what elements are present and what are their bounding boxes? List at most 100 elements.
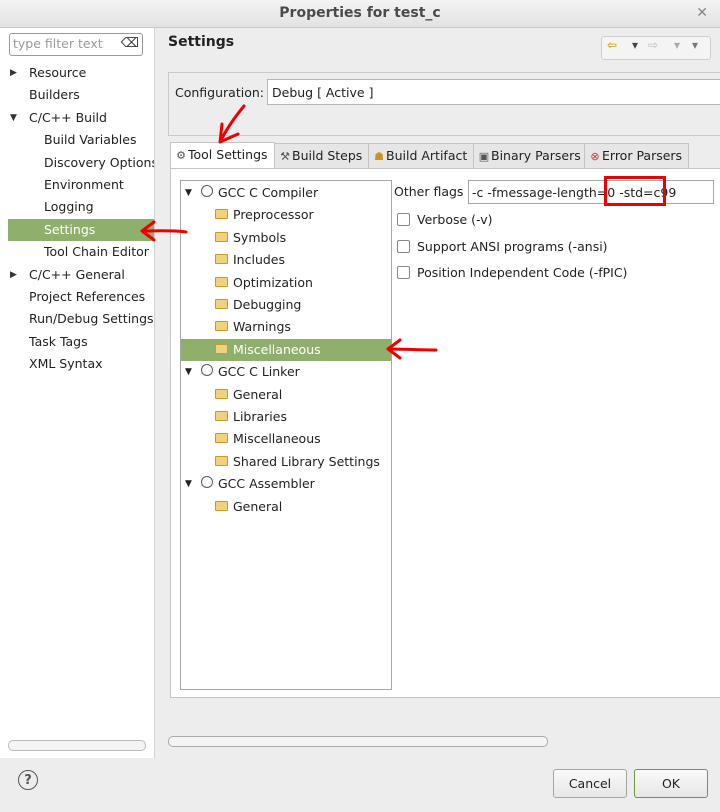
build-artifact-icon: ☗ [374,150,384,163]
nav-item-c-c-general[interactable]: ▶ C/C++ General [0,264,154,286]
filter-input[interactable] [13,35,121,52]
tool-icon [201,364,213,377]
page-title: Settings [168,34,235,50]
nav-item-label: Logging [44,199,94,215]
nav-item-logging[interactable]: Logging [0,196,154,218]
tree-item-label: Libraries [233,409,287,424]
chevron-right-icon[interactable]: ▶ [10,264,17,286]
nav-item-task-tags[interactable]: Task Tags [0,331,154,353]
nav-item-label: Run/Debug Settings [29,311,154,327]
tree-item-includes[interactable]: Includes [181,249,391,271]
tree-item-libraries[interactable]: Libraries [181,406,391,428]
folder-icon [215,388,228,399]
nav-item-project-references[interactable]: Project References [0,286,154,308]
ok-button[interactable]: OK [634,769,708,798]
filter-box: ⌫ [9,33,143,56]
nav-item-label: Tool Chain Editor [44,244,149,260]
nav-item-builders[interactable]: Builders [0,84,154,106]
option-label: Support ANSI programs (-ansi) [417,238,608,254]
configuration-label: Configuration: [175,85,264,100]
tree-item-gcc-assembler[interactable]: ▼ GCC Assembler [181,473,391,495]
nav-item-discovery-options[interactable]: Discovery Options [0,152,154,174]
option-checkbox[interactable] [397,213,410,226]
other-flags-input[interactable]: -c -fmessage-length=0 -std=c99 [468,180,714,204]
nav-item-tool-chain-editor[interactable]: Tool Chain Editor [0,241,154,263]
back-arrow-icon[interactable]: ⇦ [607,38,617,52]
option-label: Verbose (-v) [417,212,493,227]
tree-item-preprocessor[interactable]: Preprocessor [181,204,391,226]
tree-item-general[interactable]: General [181,496,391,518]
nav-item-run-debug-settings[interactable]: Run/Debug Settings [0,308,154,330]
folder-icon [215,231,228,242]
tool-tree: ▼ GCC C Compiler Preprocessor Symbols Includ… [180,180,392,690]
option-checkbox[interactable] [397,239,410,253]
tree-item-warnings[interactable]: Warnings [181,316,391,338]
tree-item-label: Symbols [233,229,287,245]
configuration-select[interactable]: Debug [ Active ] [267,79,720,105]
tab-error-parsers[interactable]: ⊗ Error Parsers [584,143,689,168]
tool-icon [201,476,213,489]
nav-item-build-variables[interactable]: Build Variables [0,129,154,151]
tree-item-label: Includes [233,252,286,268]
properties-dialog: Properties for test_c ✕ ⌫ ▶Resource Build… [0,0,720,812]
tab-build-artifact[interactable]: ☗ Build Artifact [368,143,474,168]
chevron-down-icon[interactable]: ▼ [185,473,192,495]
tree-item-label: Preprocessor [233,207,314,223]
nav-item-settings[interactable]: Settings [8,218,154,242]
tree-item-label: Miscellaneous [233,431,321,447]
tree-item-symbols[interactable]: Symbols [181,227,391,249]
chevron-down-icon[interactable]: ▼ [185,361,192,383]
tree-item-shared-library-settings[interactable]: Shared Library Settings [181,451,391,473]
tree-item-gcc-c-compiler[interactable]: ▼ GCC C Compiler [181,182,391,204]
scrollbar-thumb[interactable] [168,736,548,747]
tree-item-gcc-c-linker[interactable]: ▼ GCC C Linker [181,361,391,383]
tree-item-label: GCC C Linker [218,364,300,380]
chevron-down-icon[interactable]: ▼ [185,182,192,204]
menu-dropdown-icon[interactable]: ▾ [692,38,698,52]
chevron-right-icon[interactable]: ▶ [10,62,17,84]
left-pane: ⌫ ▶Resource Builders ▼C/C++ Build Build Var… [0,28,155,758]
tree-item-general[interactable]: General [181,384,391,406]
nav-item-xml-syntax[interactable]: XML Syntax [0,353,154,375]
cancel-button[interactable]: Cancel [553,769,627,798]
tree-item-label: Debugging [233,297,302,312]
configuration-group: Configuration: Debug [ Active ] [168,72,720,136]
folder-icon [215,411,228,421]
tab-build-steps[interactable]: ⚒ Build Steps [274,143,369,168]
nav-item-environment[interactable]: Environment [0,174,154,196]
tool-settings-icon: ⚙ [176,149,186,162]
forward-dropdown-icon[interactable]: ▾ [674,38,680,52]
left-horizontal-scrollbar[interactable] [8,740,146,751]
nav-item-label: Environment [44,176,124,192]
tab-binary-parsers[interactable]: ▣ Binary Parsers [473,143,585,168]
tree-item-label: General [233,498,283,514]
tree-item-miscellaneous[interactable]: Miscellaneous [181,428,391,450]
clear-filter-icon[interactable]: ⌫ [121,36,139,51]
std-flag-highlight [604,176,666,206]
close-icon[interactable]: ✕ [696,0,708,27]
tree-item-optimization[interactable]: Optimization [181,272,391,294]
nav-item-c-c-build[interactable]: ▼ C/C++ Build [0,107,154,129]
nav-item-resource[interactable]: ▶ Resource [0,62,154,84]
option-checkbox[interactable] [397,266,410,279]
nav-item-label: Build Variables [44,132,137,148]
tree-item-label: Miscellaneous [233,341,321,357]
folder-icon [215,321,228,332]
help-icon[interactable]: ? [18,770,38,790]
nav-item-label: Project References [29,288,146,304]
dialog-footer: ? Cancel OK [0,758,720,812]
chevron-down-icon[interactable]: ▼ [10,107,17,129]
back-dropdown-icon[interactable]: ▾ [632,38,638,52]
folder-icon [215,299,228,309]
forward-arrow-icon[interactable]: ⇨ [648,38,658,52]
tool-icon [201,185,213,197]
tree-item-label: GCC Assembler [218,476,315,492]
build-steps-icon: ⚒ [280,150,290,163]
tab-label: Build Artifact [386,148,468,163]
right-horizontal-scrollbar[interactable] [168,736,714,747]
tree-item-miscellaneous[interactable]: Miscellaneous [181,338,391,362]
tab-tool-settings[interactable]: ⚙ Tool Settings [170,142,275,169]
folder-icon [215,433,228,444]
tree-item-debugging[interactable]: Debugging [181,294,391,316]
tab-label: Tool Settings [188,147,268,162]
